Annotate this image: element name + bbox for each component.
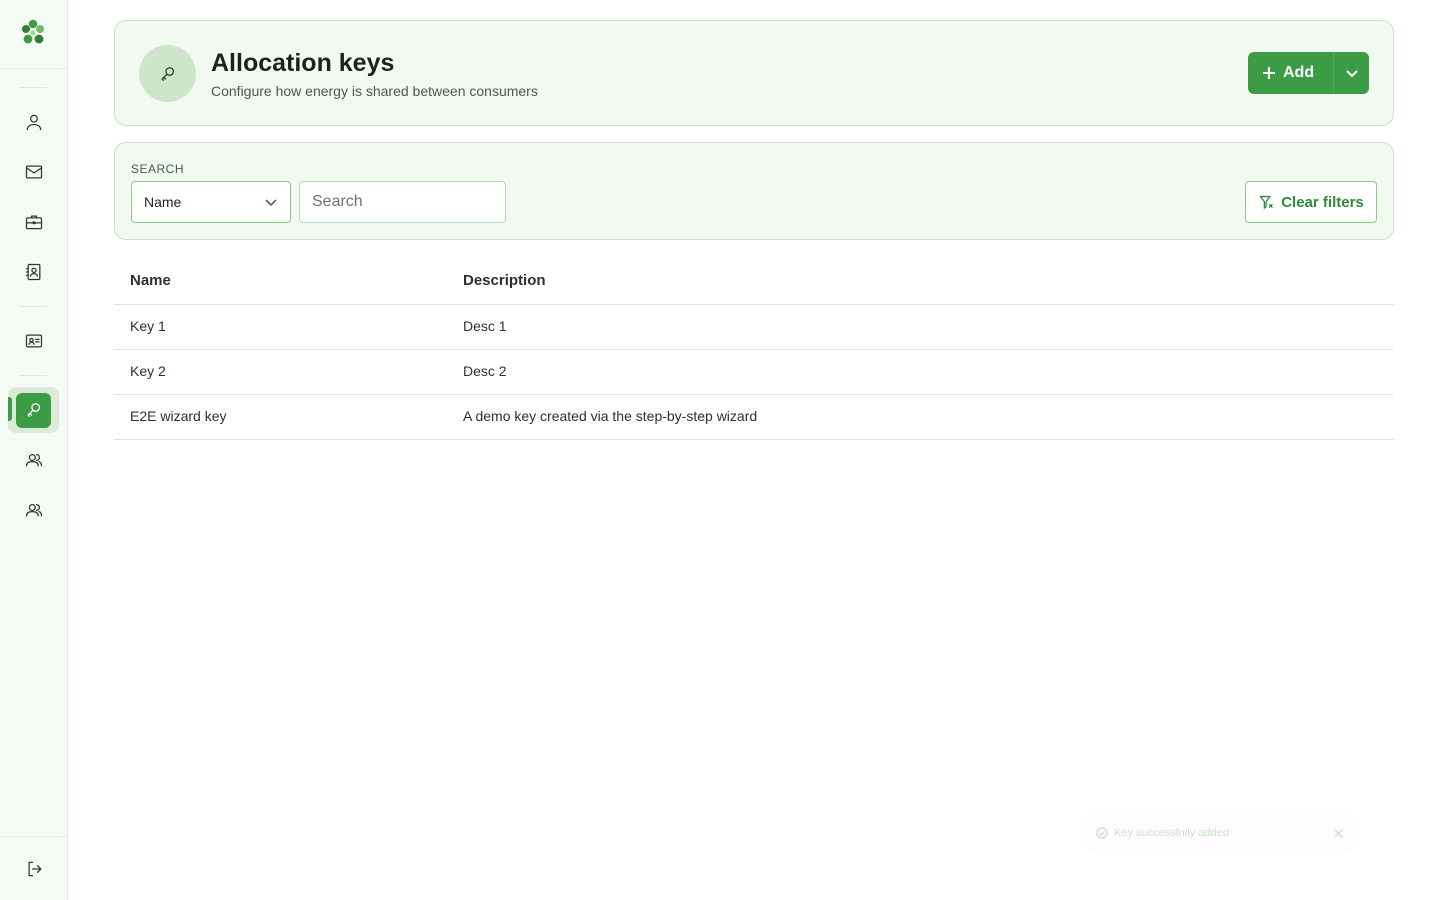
header-key-badge [139, 45, 196, 102]
cell-description: Desc 2 [463, 363, 507, 379]
clear-filters-label: Clear filters [1281, 193, 1364, 211]
table-row[interactable]: E2E wizard key A demo key created via th… [114, 395, 1394, 440]
add-options-dropdown[interactable] [1333, 52, 1369, 94]
sidebar-divider [0, 68, 67, 69]
user-icon [26, 114, 41, 131]
search-panel: SEARCH Name Clear filters [114, 142, 1394, 240]
chevron-down-icon [265, 199, 277, 207]
page-subtitle: Configure how energy is shared between c… [211, 83, 538, 99]
key-icon [27, 403, 40, 417]
briefcase-icon [25, 215, 42, 230]
cell-description: Desc 1 [463, 318, 507, 334]
mail-icon [25, 165, 42, 179]
contact-book-icon [25, 263, 40, 281]
active-nav-highlight [16, 392, 51, 428]
logout-icon [28, 861, 42, 877]
table-header: Name Description [114, 258, 1394, 305]
id-card-icon [25, 334, 42, 348]
sidebar-divider [20, 87, 47, 88]
check-circle-icon [1096, 827, 1108, 839]
sidebar-divider [20, 306, 47, 307]
table-row[interactable]: Key 1 Desc 1 [114, 305, 1394, 350]
close-icon[interactable] [1333, 828, 1344, 839]
page-header: Allocation keys Configure how energy is … [114, 20, 1394, 126]
chevron-down-icon [1345, 70, 1358, 78]
key-icon [161, 66, 174, 81]
cell-name: E2E wizard key [130, 408, 227, 424]
search-field-select[interactable]: Name [131, 181, 291, 223]
cell-name: Key 1 [130, 318, 166, 334]
column-header-description[interactable]: Description [463, 272, 1394, 290]
clear-filters-button[interactable]: Clear filters [1245, 181, 1377, 223]
add-button-label: Add [1283, 64, 1315, 81]
cell-name: Key 2 [130, 363, 166, 379]
sidebar-divider [20, 375, 47, 376]
add-button-group: Add [1248, 52, 1369, 94]
sidebar-item-contacts[interactable] [8, 249, 59, 295]
sidebar-item-groups[interactable] [8, 487, 59, 533]
sidebar-item-briefcase[interactable] [8, 199, 59, 245]
add-button[interactable]: Add [1248, 52, 1333, 94]
sidebar-item-mail[interactable] [8, 149, 59, 195]
sidebar-item-id-card[interactable] [8, 318, 59, 364]
cell-description: A demo key created via the step-by-step … [463, 408, 758, 424]
sidebar-item-consumers[interactable] [8, 437, 59, 483]
sidebar [0, 0, 68, 900]
sidebar-item-user[interactable] [8, 99, 59, 145]
users-icon [25, 453, 42, 467]
sidebar-item-allocation-keys[interactable] [8, 387, 59, 433]
toast-message: Key successfully added [1114, 827, 1229, 839]
search-label: SEARCH [131, 162, 185, 176]
allocation-keys-table: Name Description Key 1 Desc 1 Key 2 Desc… [114, 258, 1394, 440]
search-input[interactable] [299, 181, 506, 223]
users-icon [25, 503, 42, 517]
plus-icon [1263, 67, 1275, 79]
table-row[interactable]: Key 2 Desc 2 [114, 350, 1394, 395]
logout-button[interactable] [22, 856, 48, 882]
clover-logo-icon[interactable] [18, 18, 48, 48]
success-toast: Key successfully added [1086, 813, 1354, 853]
page-title: Allocation keys [211, 49, 395, 77]
search-field-value: Name [144, 194, 182, 210]
filter-clear-icon [1259, 195, 1274, 209]
sidebar-divider [0, 836, 67, 837]
column-header-name[interactable]: Name [114, 272, 463, 290]
active-indicator [8, 397, 12, 421]
